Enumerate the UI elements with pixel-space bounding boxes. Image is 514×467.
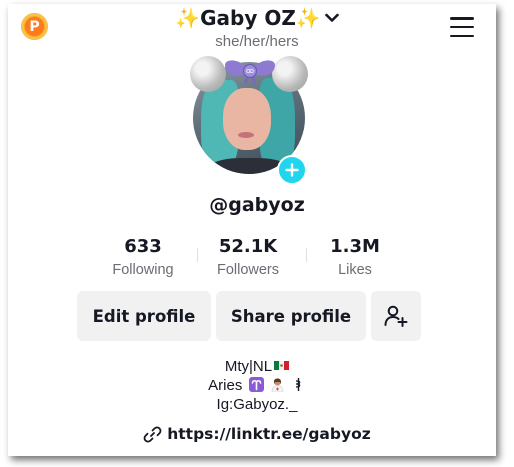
stat-divider bbox=[197, 248, 198, 262]
link-icon bbox=[143, 425, 162, 443]
bio-instagram: Ig:Gabyoz._ bbox=[216, 396, 298, 413]
link-url[interactable]: https://linktr.ee/gabyoz bbox=[167, 425, 371, 443]
bio-link[interactable]: https://linktr.ee/gabyoz bbox=[0, 424, 514, 444]
stat-likes[interactable]: 1.3M Likes bbox=[320, 236, 390, 279]
share-profile-button[interactable]: Share profile bbox=[216, 291, 366, 341]
bow-icon bbox=[225, 60, 275, 85]
bio-sign: Aries bbox=[208, 377, 243, 394]
add-person-icon bbox=[384, 305, 408, 327]
woman-health-worker-icon bbox=[271, 378, 283, 392]
followers-count: 52.1K bbox=[218, 236, 278, 257]
following-label: Following bbox=[112, 262, 174, 278]
medical-symbol-icon bbox=[295, 378, 301, 391]
following-count: 633 bbox=[124, 236, 162, 257]
bio-line: Mty|NL bbox=[0, 357, 514, 376]
followers-label: Followers bbox=[216, 262, 280, 278]
stat-divider bbox=[306, 248, 307, 262]
stat-followers[interactable]: 52.1K Followers bbox=[210, 236, 286, 279]
account-switcher[interactable]: ✨Gaby OZ✨ bbox=[0, 5, 514, 31]
pronouns: she/her/hers bbox=[215, 33, 299, 50]
bio-line: Aries bbox=[0, 376, 514, 395]
add-avatar-icon[interactable] bbox=[277, 155, 307, 185]
aries-sign-icon bbox=[248, 377, 264, 392]
likes-count: 1.3M bbox=[330, 236, 380, 257]
mexico-flag-icon bbox=[274, 361, 290, 370]
add-friend-button[interactable] bbox=[371, 291, 421, 341]
stat-following[interactable]: 633 Following bbox=[100, 236, 186, 279]
chevron-down-icon bbox=[324, 13, 339, 22]
bio-line: Ig:Gabyoz._ bbox=[0, 395, 514, 414]
bio-location: Mty|NL bbox=[224, 358, 273, 375]
username: @gabyoz bbox=[209, 194, 305, 216]
likes-label: Likes bbox=[338, 262, 372, 278]
edit-profile-button[interactable]: Edit profile bbox=[77, 291, 211, 341]
display-name: ✨Gaby OZ✨ bbox=[175, 6, 321, 30]
